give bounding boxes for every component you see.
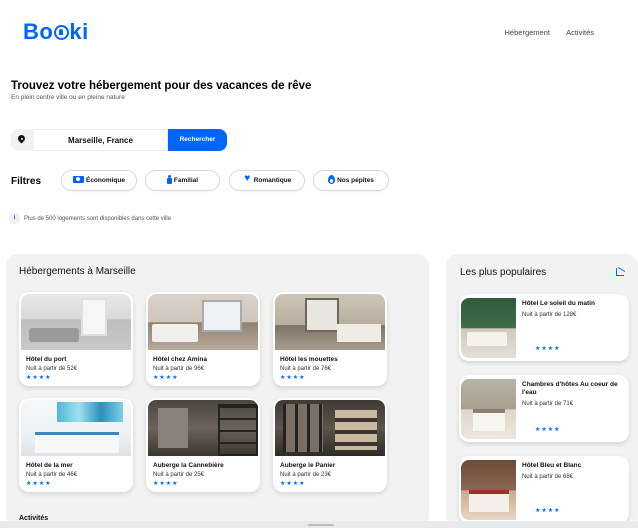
logo-map-pin-o [54, 25, 70, 40]
hotel-photo [21, 400, 131, 456]
star-rating-icon: ★★★★ [535, 508, 561, 514]
hotel-price: Nuit à partir de 71€ [522, 401, 574, 407]
hotel-price: Nuit à partir de 96€ [153, 366, 205, 372]
filter-romantique[interactable]: ♥ Romantique [229, 170, 305, 191]
populaires-section: Les plus populaires Hôtel Le soleil du m… [446, 254, 638, 528]
hotel-card[interactable]: Hôtel chez Amina Nuit à partir de 96€ ★★… [146, 292, 260, 386]
popular-card[interactable]: Hôtel Bleu et Blanc Nuit à partir de 68€… [459, 456, 629, 523]
search-bar: Marseille, France Rechercher [11, 129, 227, 151]
logo-suffix: ki [69, 19, 89, 44]
logo-prefix: Bo [23, 19, 54, 44]
heart-icon: ♥ [244, 173, 251, 185]
header: Bo ki Hébergement Activités [0, 0, 638, 64]
star-rating-icon: ★★★★ [26, 481, 52, 487]
section-title: Hébergements à Marseille [19, 266, 136, 277]
hotel-name: Hôtel chez Amina [153, 356, 207, 363]
hotel-name: Hôtel du port [26, 356, 67, 363]
filter-label: Nos pépites [337, 177, 374, 184]
popular-card[interactable]: Hôtel Le soleil du matin Nuit à partir d… [459, 294, 629, 361]
hotel-card[interactable]: Hôtel de la mer Nuit à partir de 46€ ★★★… [19, 398, 133, 492]
hotel-price: Nuit à partir de 23€ [280, 472, 332, 478]
hotel-card[interactable]: Auberge la Cannebière Nuit à partir de 2… [146, 398, 260, 492]
hotel-name: Hôtel Le soleil du matin [522, 300, 595, 307]
hotel-card[interactable]: Hôtel du port Nuit à partir de 52€ ★★★★ [19, 292, 133, 386]
hotel-photo [148, 400, 258, 456]
hotel-price: Nuit à partir de 52€ [26, 366, 78, 372]
hero-title: Trouvez votre hébergement pour des vacan… [11, 80, 312, 92]
trend-chart-icon [616, 268, 624, 276]
location-pin-icon [11, 129, 33, 151]
hotel-photo [21, 294, 131, 350]
child-icon [166, 174, 172, 184]
star-rating-icon: ★★★★ [26, 375, 52, 381]
hotel-photo [275, 294, 385, 350]
hotel-name: Hôtel de la mer [26, 462, 73, 469]
filter-label: Familial [173, 177, 199, 184]
filter-nos-pepites[interactable]: Nos pépites [313, 170, 389, 191]
nav-link-hebergement[interactable]: Hébergement [505, 28, 550, 37]
star-rating-icon: ★★★★ [535, 427, 561, 433]
hotel-price: Nuit à partir de 76€ [280, 366, 332, 372]
hotel-photo [461, 379, 516, 439]
hotel-price: Nuit à partir de 25€ [153, 472, 205, 478]
filters-label: Filtres [11, 176, 42, 187]
star-rating-icon: ★★★★ [535, 346, 561, 352]
hotel-price: Nuit à partir de 68€ [522, 474, 574, 480]
hotel-photo [148, 294, 258, 350]
horizontal-scrollbar[interactable] [0, 521, 638, 528]
hotel-price: Nuit à partir de 128€ [522, 312, 577, 318]
star-rating-icon: ★★★★ [280, 375, 306, 381]
hebergements-section: Hébergements à Marseille Hôtel du port N… [6, 254, 429, 528]
star-rating-icon: ★★★★ [153, 375, 179, 381]
hotel-photo [461, 460, 516, 520]
search-input[interactable]: Marseille, France [33, 129, 168, 151]
hotel-card[interactable]: Hôtel les mouettes Nuit à partir de 76€ … [273, 292, 387, 386]
hotel-name: Chambres d'hôtes Au coeur de l'eau [522, 381, 618, 396]
hotel-photo [461, 298, 516, 358]
filter-economique[interactable]: Économique [61, 170, 137, 191]
nav-link-activites[interactable]: Activités [566, 28, 594, 37]
filter-label: Économique [85, 177, 125, 184]
hero-subtitle: En plein centre ville ou en pleine natur… [11, 94, 125, 101]
hotel-card[interactable]: Auberge le Panier Nuit à partir de 23€ ★… [273, 398, 387, 492]
money-icon [72, 175, 84, 183]
star-rating-icon: ★★★★ [280, 481, 306, 487]
main-nav: Hébergement Activités [491, 28, 594, 37]
section-title: Les plus populaires [460, 267, 547, 278]
popular-card[interactable]: Chambres d'hôtes Au coeur de l'eau Nuit … [459, 375, 629, 442]
fire-icon [328, 174, 336, 184]
info-icon: i [9, 213, 20, 224]
star-rating-icon: ★★★★ [153, 481, 179, 487]
hotel-name: Auberge le Panier [280, 462, 336, 469]
hotel-name: Auberge la Cannebière [153, 462, 224, 469]
hotel-price: Nuit à partir de 46€ [26, 472, 78, 478]
hotel-name: Hôtel Bleu et Blanc [522, 462, 582, 469]
info-text: Plus de 500 logements sont disponibles d… [24, 216, 172, 223]
filter-label: Romantique [253, 177, 292, 184]
hotel-photo [275, 400, 385, 456]
search-button[interactable]: Rechercher [168, 129, 227, 151]
filter-familial[interactable]: Familial [145, 170, 220, 191]
booki-logo[interactable]: Bo ki [23, 19, 89, 45]
info-message: i Plus de 500 logements sont disponibles … [9, 213, 171, 224]
hotel-name: Hôtel les mouettes [280, 356, 338, 363]
